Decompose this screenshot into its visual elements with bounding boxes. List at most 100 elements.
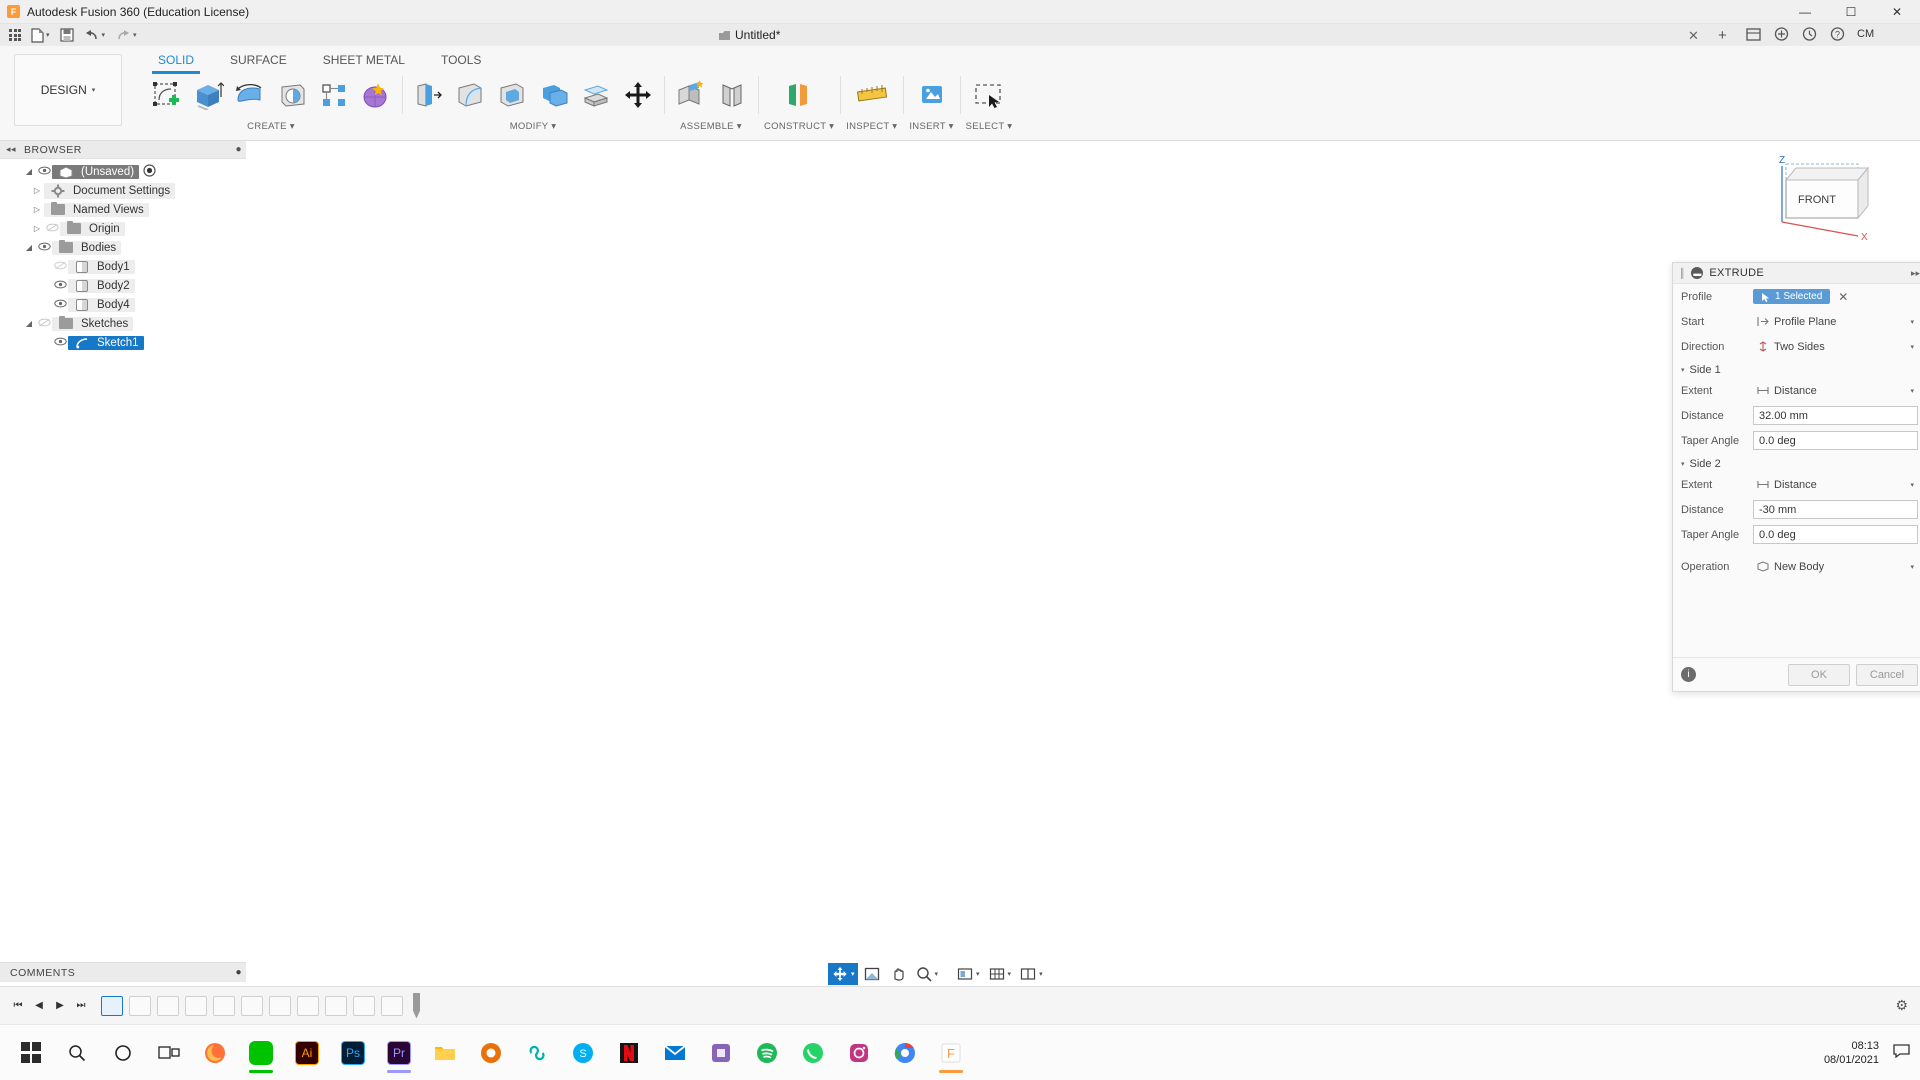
- side2-extent-dropdown[interactable]: Distance ▾: [1753, 475, 1918, 494]
- chevron-down-icon[interactable]: ▾: [829, 121, 834, 132]
- taskbar-app-chrome-alt[interactable]: [468, 1030, 514, 1076]
- tree-item-body1[interactable]: Body1: [0, 257, 246, 276]
- cancel-button[interactable]: Cancel: [1856, 663, 1918, 686]
- dialog-grip-icon[interactable]: ║: [1679, 268, 1685, 278]
- timeline-step-back-icon[interactable]: ◀: [31, 998, 47, 1014]
- visibility-eye-off-icon[interactable]: [36, 318, 52, 330]
- expand-arrow-icon[interactable]: ▷: [30, 186, 44, 195]
- select-window-icon[interactable]: [969, 74, 1009, 116]
- chevron-down-icon[interactable]: ▾: [935, 970, 939, 978]
- visibility-eye-icon[interactable]: [36, 242, 52, 254]
- taskbar-app-skype[interactable]: S: [560, 1030, 606, 1076]
- expand-arrow-icon[interactable]: ▷: [30, 224, 44, 233]
- close-button[interactable]: ✕: [1874, 0, 1920, 24]
- timeline-feature[interactable]: [129, 995, 151, 1016]
- timeline-go-to-end-icon[interactable]: ⏭: [73, 998, 89, 1014]
- ok-button[interactable]: OK: [1788, 663, 1850, 686]
- timeline-feature[interactable]: [325, 995, 347, 1016]
- chevron-down-icon[interactable]: ▾: [1681, 460, 1685, 468]
- start-dropdown[interactable]: Profile Plane ▾: [1753, 312, 1918, 331]
- fillet-icon[interactable]: [450, 74, 490, 116]
- taskbar-app-line[interactable]: [238, 1030, 284, 1076]
- press-pull-icon[interactable]: [408, 74, 448, 116]
- windows-start-icon[interactable]: [8, 1030, 54, 1076]
- chevron-down-icon[interactable]: ▾: [1681, 366, 1685, 374]
- tree-item-body4[interactable]: Body4: [0, 295, 246, 314]
- look-at-button[interactable]: [860, 963, 884, 985]
- side1-section-header[interactable]: ▾ Side 1: [1673, 359, 1920, 378]
- extrude-dialog-header[interactable]: ║ ▬ EXTRUDE ▸▸: [1673, 263, 1920, 284]
- extrude-icon[interactable]: [188, 74, 228, 116]
- timeline-feature[interactable]: [297, 995, 319, 1016]
- new-document-tab-icon[interactable]: +: [1718, 27, 1727, 44]
- document-tab[interactable]: Untitled*: [718, 24, 780, 46]
- visibility-eye-icon[interactable]: [52, 337, 68, 349]
- expand-arrow-icon[interactable]: ◢: [22, 243, 36, 252]
- timeline-feature[interactable]: [241, 995, 263, 1016]
- tree-item-bodies[interactable]: ◢ Bodies: [0, 238, 246, 257]
- cortana-icon[interactable]: [100, 1030, 146, 1076]
- chevron-down-icon[interactable]: ▾: [1910, 318, 1914, 326]
- save-icon[interactable]: [55, 24, 79, 46]
- timeline-feature[interactable]: [269, 995, 291, 1016]
- job-status-icon[interactable]: [1801, 26, 1817, 42]
- tree-item-origin[interactable]: ▷ Origin: [0, 219, 246, 238]
- chevron-down-icon[interactable]: ▾: [1910, 481, 1914, 489]
- timeline-feature[interactable]: [381, 995, 403, 1016]
- redo-icon[interactable]: ▾: [110, 24, 142, 46]
- chevron-down-icon[interactable]: ▾: [551, 121, 556, 132]
- tab-solid[interactable]: SOLID: [140, 50, 212, 74]
- side1-extent-dropdown[interactable]: Distance ▾: [1753, 381, 1918, 400]
- chevron-down-icon[interactable]: ▾: [1910, 387, 1914, 395]
- side1-taper-input[interactable]: 0.0 deg: [1753, 431, 1918, 450]
- clear-selection-icon[interactable]: ✕: [1838, 290, 1848, 304]
- shell-icon[interactable]: [492, 74, 532, 116]
- orbit-button[interactable]: ▾: [828, 963, 858, 985]
- timeline-feature[interactable]: [185, 995, 207, 1016]
- direction-dropdown[interactable]: Two Sides ▾: [1753, 337, 1918, 356]
- taskbar-app-store[interactable]: [698, 1030, 744, 1076]
- pan-button[interactable]: [886, 963, 910, 985]
- tab-sheet-metal[interactable]: SHEET METAL: [305, 50, 423, 72]
- taskbar-app-fusion360[interactable]: F: [928, 1030, 974, 1076]
- notification-center-icon[interactable]: [1893, 1043, 1910, 1062]
- taskbar-app-photoshop[interactable]: Ps: [330, 1030, 376, 1076]
- sweep-icon[interactable]: [272, 74, 312, 116]
- minimize-button[interactable]: —: [1782, 0, 1828, 24]
- help-icon[interactable]: ?: [1829, 26, 1845, 42]
- chevron-down-icon[interactable]: ▾: [133, 31, 137, 39]
- timeline-feature[interactable]: [101, 995, 123, 1016]
- visibility-eye-icon[interactable]: [36, 166, 52, 178]
- document-tab-close-icon[interactable]: ✕: [1688, 28, 1699, 44]
- maximize-button[interactable]: ☐: [1828, 0, 1874, 24]
- timeline-feature[interactable]: [353, 995, 375, 1016]
- create-sketch-icon[interactable]: [146, 74, 186, 116]
- info-icon[interactable]: i: [1681, 667, 1696, 682]
- taskbar-app-infinity[interactable]: [514, 1030, 560, 1076]
- tree-item-body2[interactable]: Body2: [0, 276, 246, 295]
- side1-distance-input[interactable]: 32.00 mm: [1753, 406, 1918, 425]
- dialog-expand-icon[interactable]: ▸▸: [1911, 268, 1920, 279]
- taskbar-app-netflix[interactable]: [606, 1030, 652, 1076]
- extrude-dialog[interactable]: ║ ▬ EXTRUDE ▸▸ Profile 1 Selected ✕ Star…: [1672, 262, 1920, 692]
- chevron-down-icon[interactable]: ▾: [851, 970, 855, 978]
- measure-icon[interactable]: [852, 74, 892, 116]
- side2-taper-input[interactable]: 0.0 deg: [1753, 525, 1918, 544]
- workspace-switcher[interactable]: DESIGN ▾: [14, 54, 122, 126]
- chevron-down-icon[interactable]: ▾: [1910, 563, 1914, 571]
- expand-arrow-icon[interactable]: ▷: [30, 205, 44, 214]
- chevron-down-icon[interactable]: ▾: [1008, 970, 1012, 978]
- offset-plane-icon[interactable]: [779, 74, 819, 116]
- grid-snaps-button[interactable]: ▾: [985, 963, 1015, 985]
- timeline-marker[interactable]: [413, 992, 420, 1019]
- operation-dropdown[interactable]: New Body ▾: [1753, 557, 1918, 576]
- chevron-down-icon[interactable]: ▾: [290, 121, 295, 132]
- new-file-icon[interactable]: ▾: [26, 24, 55, 46]
- comments-menu-icon[interactable]: ●: [235, 967, 242, 978]
- insert-mcmaster-icon[interactable]: [912, 74, 952, 116]
- tree-item-named-views[interactable]: ▷ Named Views: [0, 200, 246, 219]
- taskbar-app-spotify[interactable]: [744, 1030, 790, 1076]
- comments-panel-header[interactable]: COMMENTS ●: [0, 962, 246, 982]
- chevron-down-icon[interactable]: ▾: [892, 121, 897, 132]
- joint-icon[interactable]: [712, 74, 752, 116]
